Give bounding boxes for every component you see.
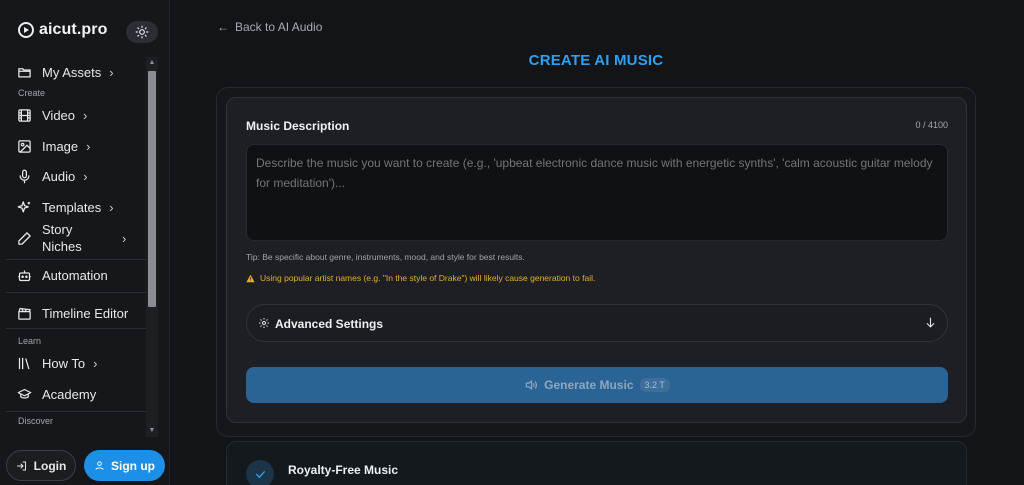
chevron-right-icon: › — [122, 230, 127, 246]
image-icon — [16, 138, 32, 154]
sidebar-item-label: My Assets — [42, 64, 102, 80]
cost-badge: 3.2 T — [639, 378, 670, 392]
warning-message: Using popular artist names (e.g. "In the… — [260, 273, 596, 283]
chevron-right-icon: › — [83, 107, 88, 123]
warning-icon — [246, 274, 255, 282]
graduation-cap-icon — [16, 386, 32, 402]
scrollbar-thumb[interactable] — [148, 71, 156, 307]
advanced-settings-toggle[interactable]: Advanced Settings — [246, 304, 948, 342]
section-label-create: Create — [18, 88, 46, 98]
gear-icon — [259, 318, 269, 328]
speaker-icon — [525, 380, 538, 390]
sidebar-item-academy[interactable]: Academy — [6, 384, 144, 404]
advanced-settings-label: Advanced Settings — [275, 317, 384, 331]
divider — [6, 292, 146, 293]
section-label-discover: Discover — [18, 416, 54, 426]
sidebar-item-video[interactable]: Video › — [6, 105, 144, 125]
microphone-icon — [16, 168, 32, 184]
feature-title: Royalty-Free Music — [288, 463, 399, 477]
login-label: Login — [33, 458, 67, 473]
chevron-right-icon: › — [109, 64, 114, 80]
sidebar-item-label: How To — [42, 355, 86, 371]
generate-music-button[interactable]: Generate Music 3.2 T — [246, 367, 948, 403]
sidebar-item-label: Story Niches — [42, 222, 82, 254]
sidebar-item-timeline-editor[interactable]: Timeline Editor — [6, 303, 144, 323]
generate-music-label: Generate Music — [544, 378, 634, 392]
sparkles-icon — [16, 199, 32, 215]
sidebar-item-label: Academy — [42, 386, 97, 402]
divider — [6, 411, 146, 412]
sidebar: aicut.pro My Assets › Create Video › Ima… — [0, 0, 170, 485]
sidebar-item-label: Templates — [42, 199, 102, 215]
sidebar-item-how-to[interactable]: How To › — [6, 353, 144, 373]
logo[interactable]: aicut.pro — [18, 21, 107, 39]
sidebar-item-templates[interactable]: Templates › — [6, 197, 144, 217]
sidebar-item-label: Image — [42, 138, 79, 154]
sidebar-item-label: Automation — [42, 267, 108, 283]
divider — [6, 328, 146, 329]
sidebar-item-label: Audio — [42, 168, 76, 184]
folder-icon — [16, 64, 32, 80]
page-title: CREATE AI MUSIC — [528, 52, 664, 69]
sidebar-item-label: Timeline Editor — [42, 305, 129, 321]
user-icon — [95, 461, 104, 470]
chevron-right-icon: › — [109, 199, 114, 215]
sun-icon — [135, 25, 149, 39]
chevron-right-icon: › — [83, 168, 88, 184]
check-circle-icon — [246, 460, 274, 485]
library-icon — [16, 355, 32, 371]
sidebar-item-label: Video — [42, 107, 76, 123]
theme-toggle[interactable] — [126, 21, 158, 43]
login-icon — [16, 461, 26, 470]
sidebar-item-audio[interactable]: Audio › — [6, 166, 144, 186]
back-link[interactable]: ← Back to AI Audio — [217, 20, 322, 34]
divider — [6, 259, 146, 260]
warning-text: Using popular artist names (e.g. "In the… — [246, 273, 595, 283]
char-count: 0 / 4100 — [915, 120, 948, 130]
sidebar-item-automation[interactable]: Automation — [6, 265, 144, 285]
sidebar-item-story-niches[interactable]: Story Niches › — [6, 221, 144, 255]
sidebar-item-my-assets[interactable]: My Assets › — [6, 62, 144, 82]
film-icon — [16, 107, 32, 123]
clapperboard-icon — [16, 305, 32, 321]
logo-icon — [18, 22, 34, 38]
music-description-label: Music Description — [246, 119, 350, 133]
signup-label: Sign up — [111, 458, 155, 473]
signup-button[interactable]: Sign up — [84, 450, 165, 481]
scroll-up-arrow-icon[interactable]: ▲ — [148, 59, 156, 67]
login-button[interactable]: Login — [6, 450, 76, 481]
arrow-left-icon: ← — [217, 20, 229, 34]
brand-name: aicut.pro — [39, 21, 108, 38]
pencil-icon — [16, 230, 32, 246]
sidebar-scrollbar[interactable]: ▲ ▼ — [146, 57, 158, 437]
scroll-down-arrow-icon[interactable]: ▼ — [148, 427, 156, 435]
chevron-right-icon: › — [93, 355, 98, 371]
sidebar-item-image[interactable]: Image › — [6, 136, 144, 156]
sidebar-nav: My Assets › Create Video › Image › Audio… — [6, 58, 146, 436]
arrow-down-icon — [926, 317, 935, 328]
section-label-learn: Learn — [18, 336, 42, 346]
chevron-right-icon: › — [86, 138, 91, 154]
back-link-label: Back to AI Audio — [235, 20, 323, 34]
tip-text: Tip: Be specific about genre, instrument… — [246, 252, 525, 262]
music-description-input[interactable] — [246, 144, 948, 241]
robot-icon — [16, 267, 32, 283]
